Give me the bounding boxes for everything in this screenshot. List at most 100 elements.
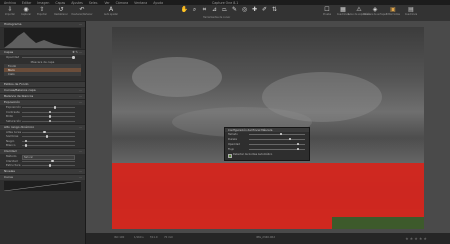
picker-icon: ✚ [251, 6, 258, 13]
undo-icon: ↶ [79, 6, 85, 13]
import-button[interactable]: ⇩ Importar [3, 6, 17, 20]
saturation-slider[interactable] [22, 119, 75, 123]
brush-settings-dialog: Configuración del Pincel Máscara Tamaño … [224, 127, 310, 161]
brush-icon: ✎ [231, 6, 238, 13]
aperture-value: f/11.0 [150, 236, 158, 239]
menu-capas[interactable]: Capas [55, 1, 65, 5]
rating-stars[interactable]: ★★★★★ [405, 236, 428, 241]
status-bar: ISO 100 1/160 s f/11.0 70 mm IMG_2340.CR… [86, 233, 450, 244]
menu-ajustes[interactable]: Ajustes [71, 1, 83, 5]
picker-tool[interactable]: ✚ [250, 6, 259, 20]
undo-redo-button[interactable]: ↶ Deshacer/Rehacer [71, 6, 92, 20]
spot-tool[interactable]: ◎ [240, 6, 249, 20]
focal-length-value: 70 mm [164, 236, 174, 239]
opacity-knob[interactable] [72, 56, 75, 59]
window-title: Capture One 8.1 [212, 0, 239, 5]
section-curva[interactable]: Curva ⋯ [0, 173, 85, 180]
brightness-slider[interactable] [22, 115, 75, 118]
loupe-tool[interactable]: ⌕ [190, 6, 199, 20]
shutter-value: 1/160 s [134, 236, 144, 239]
brush-flow-slider[interactable] [249, 148, 305, 151]
image-viewer[interactable]: Configuración del Pincel Máscara Tamaño … [86, 21, 450, 233]
toolbar-right-group: ☐ Prueba ▦ Cuadrícula ⚠ Aviso de exposición… [320, 6, 418, 20]
section-curva-options-icon[interactable]: ⋯ [79, 175, 82, 180]
brush-hardness-slider[interactable] [249, 138, 305, 141]
white-slider[interactable] [22, 144, 75, 147]
auto-adjust-button[interactable]: A Auto ajustar [102, 6, 120, 20]
clarity-knob[interactable] [51, 159, 54, 163]
spot-icon: ◎ [241, 6, 248, 13]
annotate-icon: ✐ [261, 6, 268, 13]
layout-button[interactable]: ▤ Cuadrícula [404, 6, 418, 20]
menu-camara[interactable]: Cámara [116, 1, 129, 5]
saturation-knob[interactable] [48, 119, 51, 123]
focus-mask-button[interactable]: ◈ Máscara de enfoque [363, 6, 386, 20]
histogram [4, 28, 81, 48]
white-knob[interactable] [24, 144, 28, 147]
exposure-slider[interactable] [22, 106, 75, 109]
menu-selec[interactable]: Selec. [89, 1, 99, 5]
reset-icon: ↺ [58, 6, 64, 13]
brush-flow-knob[interactable] [296, 148, 299, 151]
main-toolbar: ⇩ Importar ◉ Capturar ⇧ Exportar ↺ Restablec… [0, 5, 450, 22]
keystone-icon: ⏢ [222, 6, 227, 13]
menu-imagen[interactable]: Imagen [37, 1, 49, 5]
highlights-knob[interactable] [43, 130, 46, 134]
proof-button[interactable]: ☐ Prueba [320, 6, 334, 20]
tool-panel: Histograma ⋯ Capas ✚ ✎ ⋯ Opacidad Máscara … [0, 21, 86, 244]
structure-knob[interactable] [48, 164, 51, 167]
auto-edge-checkbox[interactable] [228, 153, 232, 158]
grid-icon: ▦ [340, 6, 346, 13]
exposure-knob[interactable] [53, 106, 57, 109]
curve-graph[interactable] [3, 180, 82, 191]
menu-ver[interactable]: Ver [104, 1, 109, 5]
edit-all-button[interactable]: ▣ Editar todas [384, 6, 402, 20]
filename: IMG_2340.CR2 [256, 236, 275, 239]
export-icon: ⇧ [39, 6, 45, 13]
pan-tool[interactable]: ✋ [180, 6, 189, 20]
brightness-knob[interactable] [48, 115, 51, 118]
grass-area [332, 217, 424, 229]
brush-opacity-slider[interactable] [249, 143, 305, 146]
opacity-slider[interactable] [22, 56, 75, 59]
straighten-icon: ⊿ [211, 6, 218, 13]
cloud [132, 57, 222, 97]
brush-hardness-knob[interactable] [289, 138, 292, 141]
menu-editar[interactable]: Editar [22, 1, 31, 5]
shadows-knob[interactable] [45, 135, 49, 138]
clarity-slider[interactable] [22, 159, 75, 163]
menu-archivo[interactable]: Archivo [4, 1, 16, 5]
toolbar-left-group: ⇩ Importar ◉ Capturar ⇧ Exportar [3, 6, 49, 20]
black-knob[interactable] [24, 139, 28, 143]
brush-size-knob[interactable] [279, 133, 282, 136]
tool-options-icon[interactable]: ⋯ [79, 22, 82, 27]
copy-apply-icon: ⇅ [271, 6, 278, 13]
cursor-tools-label: Herramientas de cursor [203, 16, 231, 19]
exposure-warn-icon: ⚠ [356, 6, 362, 13]
contrast-knob[interactable] [48, 110, 51, 114]
focus-icon: ◈ [372, 6, 378, 13]
edit-all-icon: ▣ [390, 6, 396, 13]
export-button[interactable]: ⇧ Exportar [35, 6, 49, 20]
menu-ayuda[interactable]: Ayuda [153, 1, 163, 5]
auto-edge-checkbox-row[interactable]: Detectar de bordes Automático [225, 152, 309, 158]
capture-button[interactable]: ◉ Capturar [19, 6, 33, 20]
shadows-slider[interactable] [22, 135, 75, 138]
black-slider[interactable] [22, 139, 75, 143]
reset-button[interactable]: ↺ Restablecer [52, 6, 70, 20]
highlights-slider[interactable] [22, 130, 75, 134]
toolbar-midleft-group: ↺ Restablecer ↶ Deshacer/Rehacer [52, 6, 92, 20]
structure-slider[interactable] [22, 164, 75, 167]
brush-tool[interactable]: ✎ [230, 6, 239, 20]
menu-ventana[interactable]: Ventana [134, 1, 147, 5]
brush-opacity-knob[interactable] [296, 143, 299, 146]
contrast-slider[interactable] [22, 110, 75, 114]
brush-size-slider[interactable] [249, 133, 305, 136]
auto-adjust-icon: A [108, 6, 114, 13]
copy-apply-tool[interactable]: ⇅ [270, 6, 279, 20]
iso-value: ISO 100 [114, 236, 125, 239]
annotate-tool[interactable]: ✐ [260, 6, 269, 20]
import-icon: ⇩ [7, 6, 13, 13]
layer-item-cielo[interactable]: Cielo [4, 72, 81, 77]
histogram-header[interactable]: Histograma ⋯ [0, 21, 85, 27]
